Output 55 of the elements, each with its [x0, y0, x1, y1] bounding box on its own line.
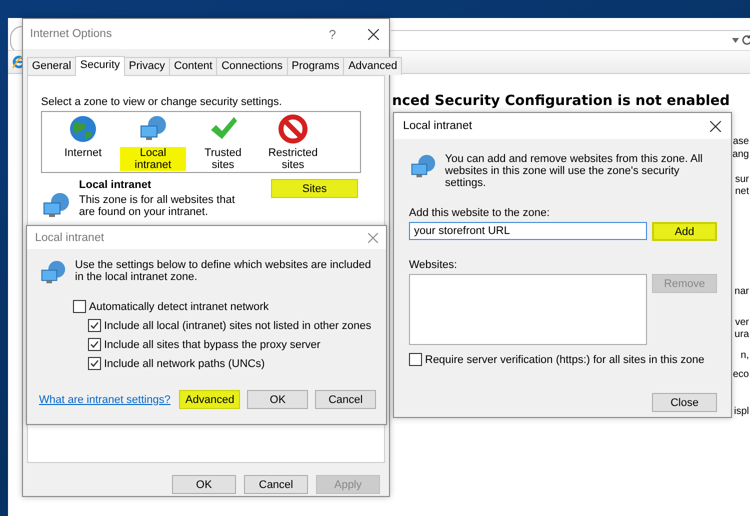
website-field[interactable]: your storefront URL	[409, 222, 647, 240]
zone-label[interactable]: Restricted sites	[260, 147, 326, 171]
dialog-button[interactable]: OK	[172, 475, 236, 494]
checkbox[interactable]	[88, 338, 101, 351]
window-title: Local intranet	[35, 232, 106, 244]
intro-text: Use the settings below to define which websites are included in the local intranet zone.	[75, 259, 372, 285]
window-title: Internet Options	[30, 28, 113, 40]
page-text: ura	[734, 329, 749, 340]
zone-title: Local intranet	[79, 179, 152, 191]
checkbox-label: Include all sites that bypass the proxy server	[104, 338, 320, 350]
page-text: nar	[734, 286, 749, 297]
page-text: ase	[732, 136, 749, 147]
intro-text: You can add and remove websites from this zone. All websites in this zone will use the zone's security settings.	[445, 153, 704, 189]
page-text: sur	[735, 174, 749, 185]
sites-button[interactable]: Sites	[271, 179, 358, 198]
checkbox[interactable]	[409, 353, 422, 366]
help-link[interactable]: What are intranet settings?	[39, 394, 170, 406]
close-button[interactable]: Close	[652, 393, 717, 412]
page-text: net	[735, 186, 749, 197]
tab[interactable]: General	[27, 57, 76, 75]
checkbox-label: Automatically detect intranet network	[89, 300, 269, 312]
dialog-button[interactable]: Cancel	[244, 475, 308, 494]
field-label: Add this website to the zone:	[409, 207, 551, 219]
zone-prompt: Select a zone to view or change security settings.	[41, 96, 283, 108]
checkbox-label: Include all local (intranet) sites not listed in other zones	[104, 320, 372, 332]
add-button[interactable]: Add	[652, 222, 717, 241]
blocked-icon[interactable]	[278, 114, 308, 144]
zone-label[interactable]: Trusted sites	[190, 147, 256, 171]
tab[interactable]: Advanced	[343, 57, 402, 75]
dialog-button[interactable]: Cancel	[315, 390, 376, 409]
list-label: Websites:	[409, 259, 458, 271]
page-text: eco	[732, 369, 749, 380]
zone-label[interactable]: Local intranet	[120, 147, 186, 171]
close-icon[interactable]	[368, 28, 379, 40]
page-text: ispl	[734, 406, 749, 417]
window-title: Local intranet	[403, 120, 474, 132]
page-text: ang	[732, 149, 749, 160]
page-heading: nced Security Configuration is not enabled	[392, 93, 730, 109]
checkbox[interactable]	[88, 357, 101, 370]
checkbox-label: Require server verification (https:) for all sites in this zone	[425, 354, 704, 366]
globe-icon[interactable]	[68, 114, 98, 144]
checkbox-label: Include all network paths (UNCs)	[104, 358, 265, 370]
zone-description: This zone is for all websites that are found on your intranet.	[79, 194, 236, 218]
dialog-button[interactable]: Advanced	[179, 390, 240, 409]
page-text: n,	[740, 350, 749, 361]
dialog-button[interactable]: OK	[247, 390, 308, 409]
tab[interactable]: Security	[75, 56, 125, 76]
zone-label[interactable]: Internet	[62, 147, 104, 159]
checkbox[interactable]	[88, 319, 101, 332]
checkbox[interactable]	[73, 300, 86, 313]
close-icon[interactable]	[710, 120, 721, 132]
page-text: ver	[735, 317, 749, 328]
help-button[interactable]: ?	[328, 26, 336, 42]
caret-icon[interactable]	[732, 38, 739, 43]
refresh-icon[interactable]	[741, 34, 750, 46]
